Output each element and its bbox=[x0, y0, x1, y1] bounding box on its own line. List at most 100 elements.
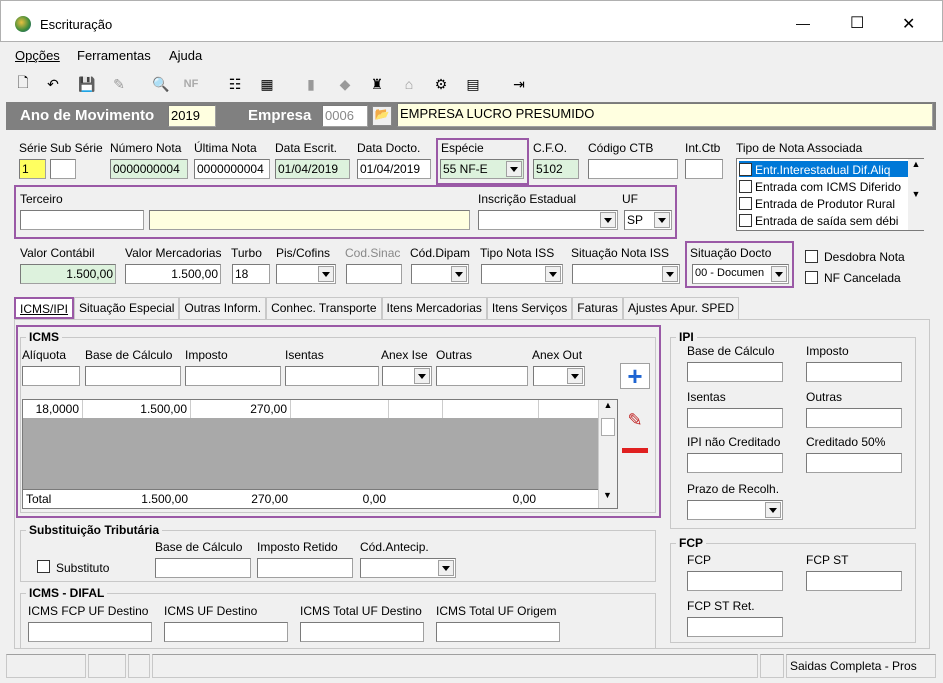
table-row[interactable]: 18,0000 1.500,00 270,00 bbox=[23, 400, 598, 418]
ipi-imposto-field[interactable] bbox=[806, 362, 902, 382]
chevron-down-icon[interactable] bbox=[451, 266, 467, 282]
icms-outras-field[interactable] bbox=[436, 366, 528, 386]
data-escrit-field[interactable]: 01/04/2019 bbox=[275, 159, 350, 179]
chevron-down-icon[interactable] bbox=[765, 502, 781, 518]
minimize-button[interactable]: — bbox=[796, 15, 810, 31]
tab-icms-ipi[interactable]: ICMS/IPI bbox=[14, 297, 75, 319]
ipi-nao-cred-field[interactable] bbox=[687, 453, 783, 473]
sit-iss-select[interactable] bbox=[572, 264, 680, 284]
cib-icon[interactable]: ⚙ bbox=[430, 73, 452, 95]
st-antecip-select[interactable] bbox=[360, 558, 456, 578]
codigo-ctb-field[interactable] bbox=[588, 159, 678, 179]
delete-icon[interactable]: ✎ bbox=[108, 73, 130, 95]
ipi-isentas-field[interactable] bbox=[687, 408, 783, 428]
difal-fcp-field[interactable] bbox=[28, 622, 152, 642]
pis-select[interactable] bbox=[276, 264, 336, 284]
menu-ferramentas[interactable]: Ferramentas bbox=[77, 48, 151, 63]
scroll-thumb[interactable] bbox=[601, 418, 615, 436]
cod-dipam-select[interactable] bbox=[411, 264, 469, 284]
icms-imposto-field[interactable] bbox=[185, 366, 281, 386]
st-base-field[interactable] bbox=[155, 558, 251, 578]
especie-select[interactable]: 55 NF-E bbox=[440, 159, 524, 179]
panel-icon[interactable]: ▤ bbox=[462, 73, 484, 95]
desdobra-checkbox[interactable] bbox=[805, 250, 818, 263]
ipi-base-field[interactable] bbox=[687, 362, 783, 382]
serie-field[interactable]: 1 bbox=[19, 159, 46, 179]
uf-select[interactable]: SP bbox=[624, 210, 672, 230]
ipi-cred50-field[interactable] bbox=[806, 453, 902, 473]
fcp-st-field[interactable] bbox=[806, 571, 902, 591]
undo-icon[interactable]: ↶ bbox=[42, 73, 64, 95]
close-button[interactable]: ✕ bbox=[902, 14, 915, 34]
valor-contabil-field[interactable]: 1.500,00 bbox=[20, 264, 116, 284]
aliquota-field[interactable] bbox=[22, 366, 80, 386]
anex-out-select[interactable] bbox=[533, 366, 585, 386]
stamp-icon[interactable]: ♜ bbox=[366, 73, 388, 95]
numero-field[interactable]: 0000000004 bbox=[110, 159, 188, 179]
tipo-nota-list[interactable]: Entr.Interestadual Dif.Aliq Entrada com … bbox=[736, 158, 924, 231]
tab-faturas[interactable]: Faturas bbox=[572, 297, 623, 319]
tab-conhec-transporte[interactable]: Conhec. Transporte bbox=[266, 297, 382, 319]
folder-icon[interactable]: ▮ bbox=[300, 73, 322, 95]
chevron-down-icon[interactable] bbox=[318, 266, 334, 282]
difal-total-orig-field[interactable] bbox=[436, 622, 560, 642]
list-item[interactable]: Entrada de Produtor Rural bbox=[739, 195, 909, 211]
grid-scrollbar[interactable]: ▲ ▼ bbox=[598, 400, 617, 508]
nfe-icon[interactable]: NF bbox=[180, 73, 202, 95]
icms-isentas-field[interactable] bbox=[285, 366, 379, 386]
edit-icon[interactable]: ✎ bbox=[620, 410, 650, 436]
chevron-down-icon[interactable] bbox=[662, 266, 678, 282]
terceiro-code-field[interactable] bbox=[20, 210, 144, 230]
exit-icon[interactable]: ⇥ bbox=[508, 73, 530, 95]
preview-icon[interactable]: 🔍 bbox=[150, 73, 172, 95]
list-item[interactable]: Entrada de saída sem débi bbox=[739, 212, 909, 228]
maximize-button[interactable]: ☐ bbox=[850, 13, 864, 33]
chevron-down-icon[interactable] bbox=[654, 212, 670, 228]
scroll-down-icon[interactable]: ▼ bbox=[599, 490, 616, 508]
ipi-prazo-select[interactable] bbox=[687, 500, 783, 520]
difal-uf-dest-field[interactable] bbox=[164, 622, 288, 642]
substituto-checkbox[interactable] bbox=[37, 560, 50, 573]
ano-field[interactable]: 2019 bbox=[168, 105, 216, 127]
remove-icon[interactable] bbox=[622, 448, 648, 453]
tab-situacao-especial[interactable]: Situação Especial bbox=[74, 297, 180, 319]
box-icon[interactable]: ◆ bbox=[334, 73, 356, 95]
difal-total-dest-field[interactable] bbox=[300, 622, 424, 642]
scroll-up-icon[interactable]: ▲ bbox=[599, 400, 617, 418]
tab-itens-servicos[interactable]: Itens Serviços bbox=[486, 297, 573, 319]
tab-itens-mercadorias[interactable]: Itens Mercadorias bbox=[381, 297, 487, 319]
chevron-down-icon[interactable] bbox=[600, 212, 616, 228]
chevron-down-icon[interactable] bbox=[545, 266, 561, 282]
chevron-down-icon[interactable] bbox=[771, 266, 787, 282]
add-icon[interactable]: + bbox=[620, 363, 650, 389]
turbo-field[interactable]: 18 bbox=[232, 264, 270, 284]
home-icon[interactable]: ⌂ bbox=[398, 73, 420, 95]
ie-select[interactable] bbox=[478, 210, 618, 230]
open-folder-icon[interactable]: 📂 bbox=[372, 106, 392, 126]
anex-ise-select[interactable] bbox=[382, 366, 432, 386]
tab-outras-inform[interactable]: Outras Inform. bbox=[179, 297, 267, 319]
valor-merc-field[interactable]: 1.500,00 bbox=[125, 264, 221, 284]
nf-cancelada-checkbox[interactable] bbox=[805, 271, 818, 284]
fcp-st-ret-field[interactable] bbox=[687, 617, 783, 637]
subserie-field[interactable] bbox=[50, 159, 76, 179]
int-ctb-field[interactable] bbox=[685, 159, 723, 179]
icms-grid[interactable]: 18,0000 1.500,00 270,00 Total 1.500,00 2… bbox=[22, 399, 618, 509]
chevron-down-icon[interactable] bbox=[506, 161, 522, 177]
calc-icon[interactable]: ▦ bbox=[256, 73, 278, 95]
save-icon[interactable]: 💾 bbox=[76, 73, 98, 95]
list-scrollbar[interactable]: ▲ ▼ bbox=[908, 159, 924, 230]
new-icon[interactable]: 🗋 bbox=[12, 73, 34, 95]
icms-base-field[interactable] bbox=[85, 366, 181, 386]
cfo-field[interactable]: 5102 bbox=[533, 159, 579, 179]
sit-docto-select[interactable]: 00 - Documen bbox=[692, 264, 789, 284]
tipo-iss-select[interactable] bbox=[481, 264, 563, 284]
list-item[interactable]: Entrada com ICMS Diferido bbox=[739, 178, 909, 194]
chevron-down-icon[interactable] bbox=[438, 560, 454, 576]
fcp-field[interactable] bbox=[687, 571, 783, 591]
tree-icon[interactable]: ☷ bbox=[224, 73, 246, 95]
menu-opcoes[interactable]: Opções bbox=[15, 48, 60, 63]
st-retido-field[interactable] bbox=[257, 558, 353, 578]
tab-ajustes-sped[interactable]: Ajustes Apur. SPED bbox=[622, 297, 739, 319]
empresa-code[interactable]: 0006 bbox=[322, 105, 368, 127]
